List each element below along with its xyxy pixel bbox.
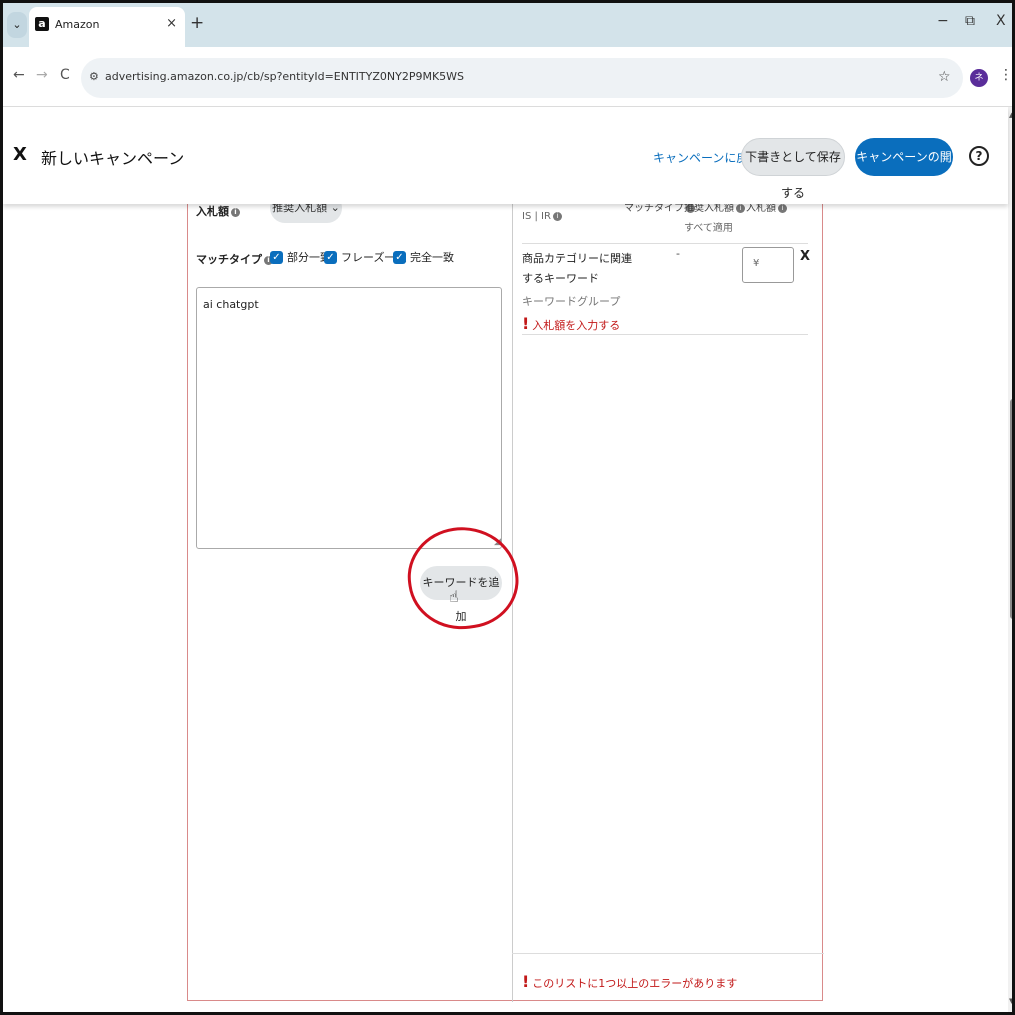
campaign-header: X 新しいキャンペーン キャンペーンに戻る 下書きとして保存する キャンペーンの… (3, 107, 1008, 204)
bid-input[interactable]: ¥ (742, 247, 794, 283)
apply-all-link[interactable]: すべて適用 (684, 219, 733, 234)
is-ir-column-header: IS | IR i (522, 211, 562, 222)
forward-arrow-icon[interactable]: → (36, 67, 48, 83)
url-text: advertising.amazon.co.jp/cb/sp?entityId=… (105, 70, 465, 83)
bookmark-star-icon[interactable]: ☆ (938, 69, 951, 85)
back-arrow-icon[interactable]: ← (13, 67, 25, 83)
list-error-message: ! このリストに1つ以上のエラーがあります (522, 972, 738, 991)
match-type-label: マッチタイプ i (196, 251, 273, 267)
browser-menu-icon[interactable]: ⋮ (999, 67, 1012, 83)
amazon-favicon-icon: a (35, 17, 49, 31)
remove-keyword-icon[interactable]: X (800, 249, 810, 264)
window-close-icon[interactable]: X (996, 13, 1006, 29)
suggested-bid-column-header: 推奨入札額 i (684, 204, 745, 214)
page-scrollbar[interactable]: ▲ ▼ (1008, 107, 1012, 1012)
close-campaign-icon[interactable]: X (13, 144, 27, 165)
info-icon[interactable]: i (736, 204, 745, 213)
page-title: 新しいキャンペーン (41, 149, 185, 168)
broad-match-checkbox[interactable]: ✓ 部分一致 (270, 249, 331, 265)
keywords-textarea[interactable]: ai chatgpt (196, 287, 502, 549)
error-icon: ! (522, 314, 530, 333)
scroll-down-icon[interactable]: ▼ (1009, 997, 1012, 1005)
browser-tabstrip: ⌄ a Amazon × + − ⧉ X (3, 3, 1012, 47)
bid-error-message: ! 入札額を入力する (522, 314, 621, 333)
browser-toolbar: ← → C ⚙ advertising.amazon.co.jp/cb/sp?e… (3, 47, 1012, 107)
main-content: 入札額 i 推奨入札額 ⌄ マッチタイプ i ✓ 部分一致 ✓ フレーズ一致 ✓ 完全一致… (3, 204, 1008, 1012)
site-settings-icon[interactable]: ⚙ (89, 70, 99, 83)
new-tab-button[interactable]: + (190, 13, 204, 33)
tab-close-icon[interactable]: × (166, 16, 177, 31)
screen: ⌄ a Amazon × + − ⧉ X ← → C ⚙ advertising… (0, 0, 1015, 1015)
bid-label: 入札額 i (196, 204, 240, 219)
row-separator (522, 243, 808, 244)
info-icon[interactable]: i (552, 211, 562, 221)
tab-search-button[interactable]: ⌄ (7, 12, 27, 38)
info-icon[interactable]: i (231, 207, 240, 217)
error-icon: ! (522, 972, 530, 991)
help-icon[interactable]: ? (969, 146, 989, 166)
restore-icon[interactable]: ⧉ (965, 13, 975, 29)
tab-title: Amazon (55, 18, 100, 31)
bid-column-header: 入札額 i (746, 204, 787, 214)
checkmark-icon: ✓ (270, 250, 283, 264)
row-separator (522, 334, 808, 335)
save-draft-button[interactable]: 下書きとして保存する (741, 138, 845, 200)
keyword-row-text: 商品カテゴリーに関連するキーワード (522, 252, 632, 285)
checkmark-icon: ✓ (324, 250, 337, 264)
profile-avatar[interactable]: ネ (970, 69, 988, 87)
reload-icon[interactable]: C (60, 67, 70, 83)
launch-campaign-button[interactable]: キャンペーンの開始 (855, 138, 953, 202)
suggested-bid-value: - (676, 247, 680, 260)
minimize-icon[interactable]: − (937, 13, 949, 29)
footer-separator (512, 953, 824, 954)
checkmark-icon: ✓ (393, 250, 406, 264)
scroll-up-icon[interactable]: ▲ (1009, 111, 1012, 119)
browser-tab-amazon[interactable]: a Amazon × (29, 7, 185, 47)
keyword-group-label: キーワードグループ (522, 295, 621, 308)
bid-type-dropdown[interactable]: 推奨入札額 ⌄ (270, 204, 342, 223)
hand-cursor-icon: ☝ (449, 587, 459, 606)
scrollbar-thumb[interactable] (1010, 399, 1012, 619)
keyword-targeting-panel: 入札額 i 推奨入札額 ⌄ マッチタイプ i ✓ 部分一致 ✓ フレーズ一致 ✓ 完全一致… (187, 204, 824, 1002)
address-bar[interactable]: ⚙ advertising.amazon.co.jp/cb/sp?entityI… (81, 58, 963, 98)
exact-match-checkbox[interactable]: ✓ 完全一致 (393, 249, 454, 265)
